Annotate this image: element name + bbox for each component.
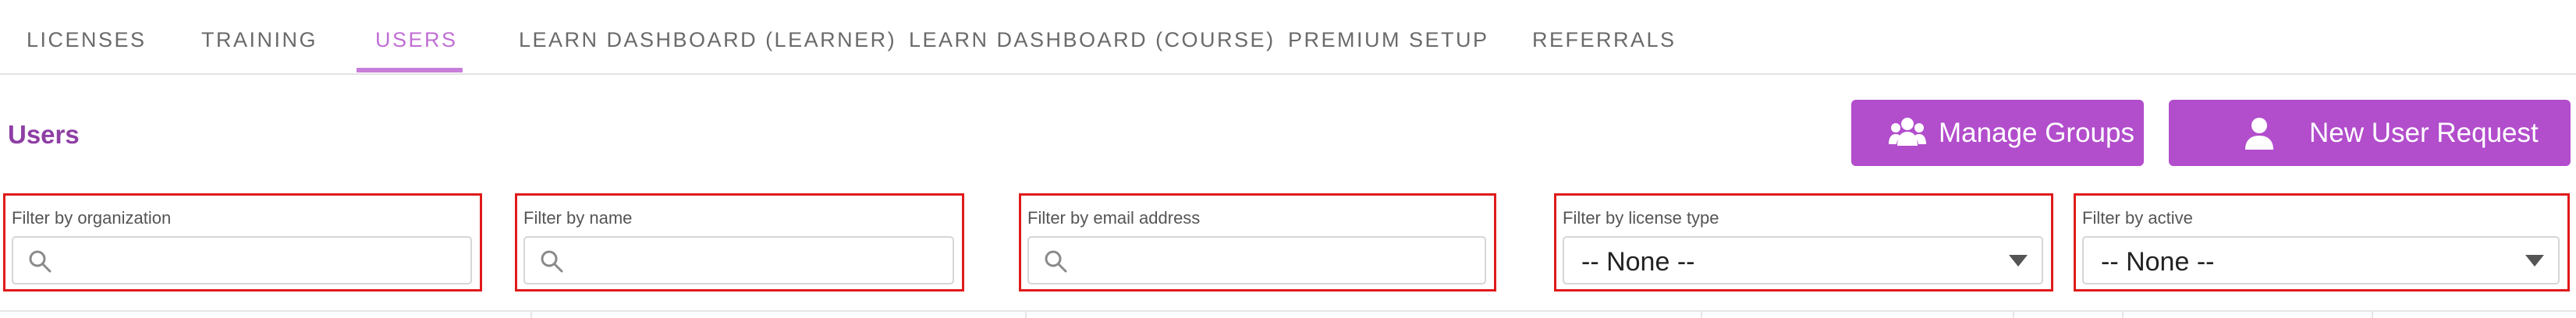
active-select-value: -- None -- — [2101, 247, 2215, 277]
table-column-divider — [2122, 312, 2124, 318]
filter-license-type-label: Filter by license type — [1563, 208, 1719, 228]
filter-organization-label: Filter by organization — [12, 208, 172, 228]
filter-name-label: Filter by name — [523, 208, 633, 228]
active-tab-indicator — [357, 68, 463, 72]
chevron-down-icon — [2009, 255, 2028, 267]
filter-organization: Filter by organization — [3, 193, 482, 292]
filter-email-label: Filter by email address — [1027, 208, 1201, 228]
tab-bar: LICENSES TRAINING USERS LEARN DASHBOARD … — [0, 0, 2576, 75]
search-icon — [29, 250, 51, 273]
organization-search-field[interactable] — [12, 236, 472, 284]
tab-licenses[interactable]: LICENSES — [27, 28, 147, 52]
table-column-divider — [2372, 312, 2373, 318]
email-search-field[interactable] — [1027, 236, 1486, 284]
table-column-divider — [1025, 312, 1027, 318]
search-icon — [541, 250, 563, 273]
email-search-input[interactable] — [1077, 238, 1472, 283]
users-group-icon — [1889, 115, 1926, 152]
name-search-input[interactable] — [573, 238, 940, 283]
chevron-down-icon — [2525, 255, 2544, 267]
new-user-request-label: New User Request — [2309, 117, 2539, 148]
table-column-divider — [530, 312, 532, 318]
filter-email: Filter by email address — [1019, 193, 1496, 292]
tab-users[interactable]: USERS — [375, 28, 458, 52]
manage-groups-label: Manage Groups — [1939, 117, 2134, 148]
manage-groups-button[interactable]: Manage Groups — [1851, 100, 2144, 166]
search-icon — [1045, 250, 1067, 273]
new-user-request-button[interactable]: New User Request — [2169, 100, 2571, 166]
active-select[interactable]: -- None -- — [2082, 236, 2560, 284]
name-search-field[interactable] — [523, 236, 954, 284]
filter-active-label: Filter by active — [2082, 208, 2193, 228]
license-type-select-value: -- None -- — [1581, 247, 1695, 277]
organization-search-input[interactable] — [62, 238, 459, 283]
user-icon — [2244, 115, 2275, 152]
page-title: Users — [8, 120, 80, 149]
filter-name: Filter by name — [515, 193, 964, 292]
table-column-divider — [1701, 312, 1702, 318]
filter-active: Filter by active -- None -- — [2074, 193, 2570, 292]
table-header-border — [0, 310, 2576, 318]
tab-referrals[interactable]: REFERRALS — [1532, 28, 1677, 52]
table-column-divider — [2013, 312, 2014, 318]
filter-license-type: Filter by license type -- None -- — [1554, 193, 2053, 292]
tab-learn-dashboard-learner[interactable]: LEARN DASHBOARD (LEARNER) — [519, 28, 896, 52]
tab-premium-setup[interactable]: PREMIUM SETUP — [1288, 28, 1489, 52]
tab-learn-dashboard-course[interactable]: LEARN DASHBOARD (COURSE) — [909, 28, 1276, 52]
license-type-select[interactable]: -- None -- — [1563, 236, 2043, 284]
tab-training[interactable]: TRAINING — [201, 28, 318, 52]
